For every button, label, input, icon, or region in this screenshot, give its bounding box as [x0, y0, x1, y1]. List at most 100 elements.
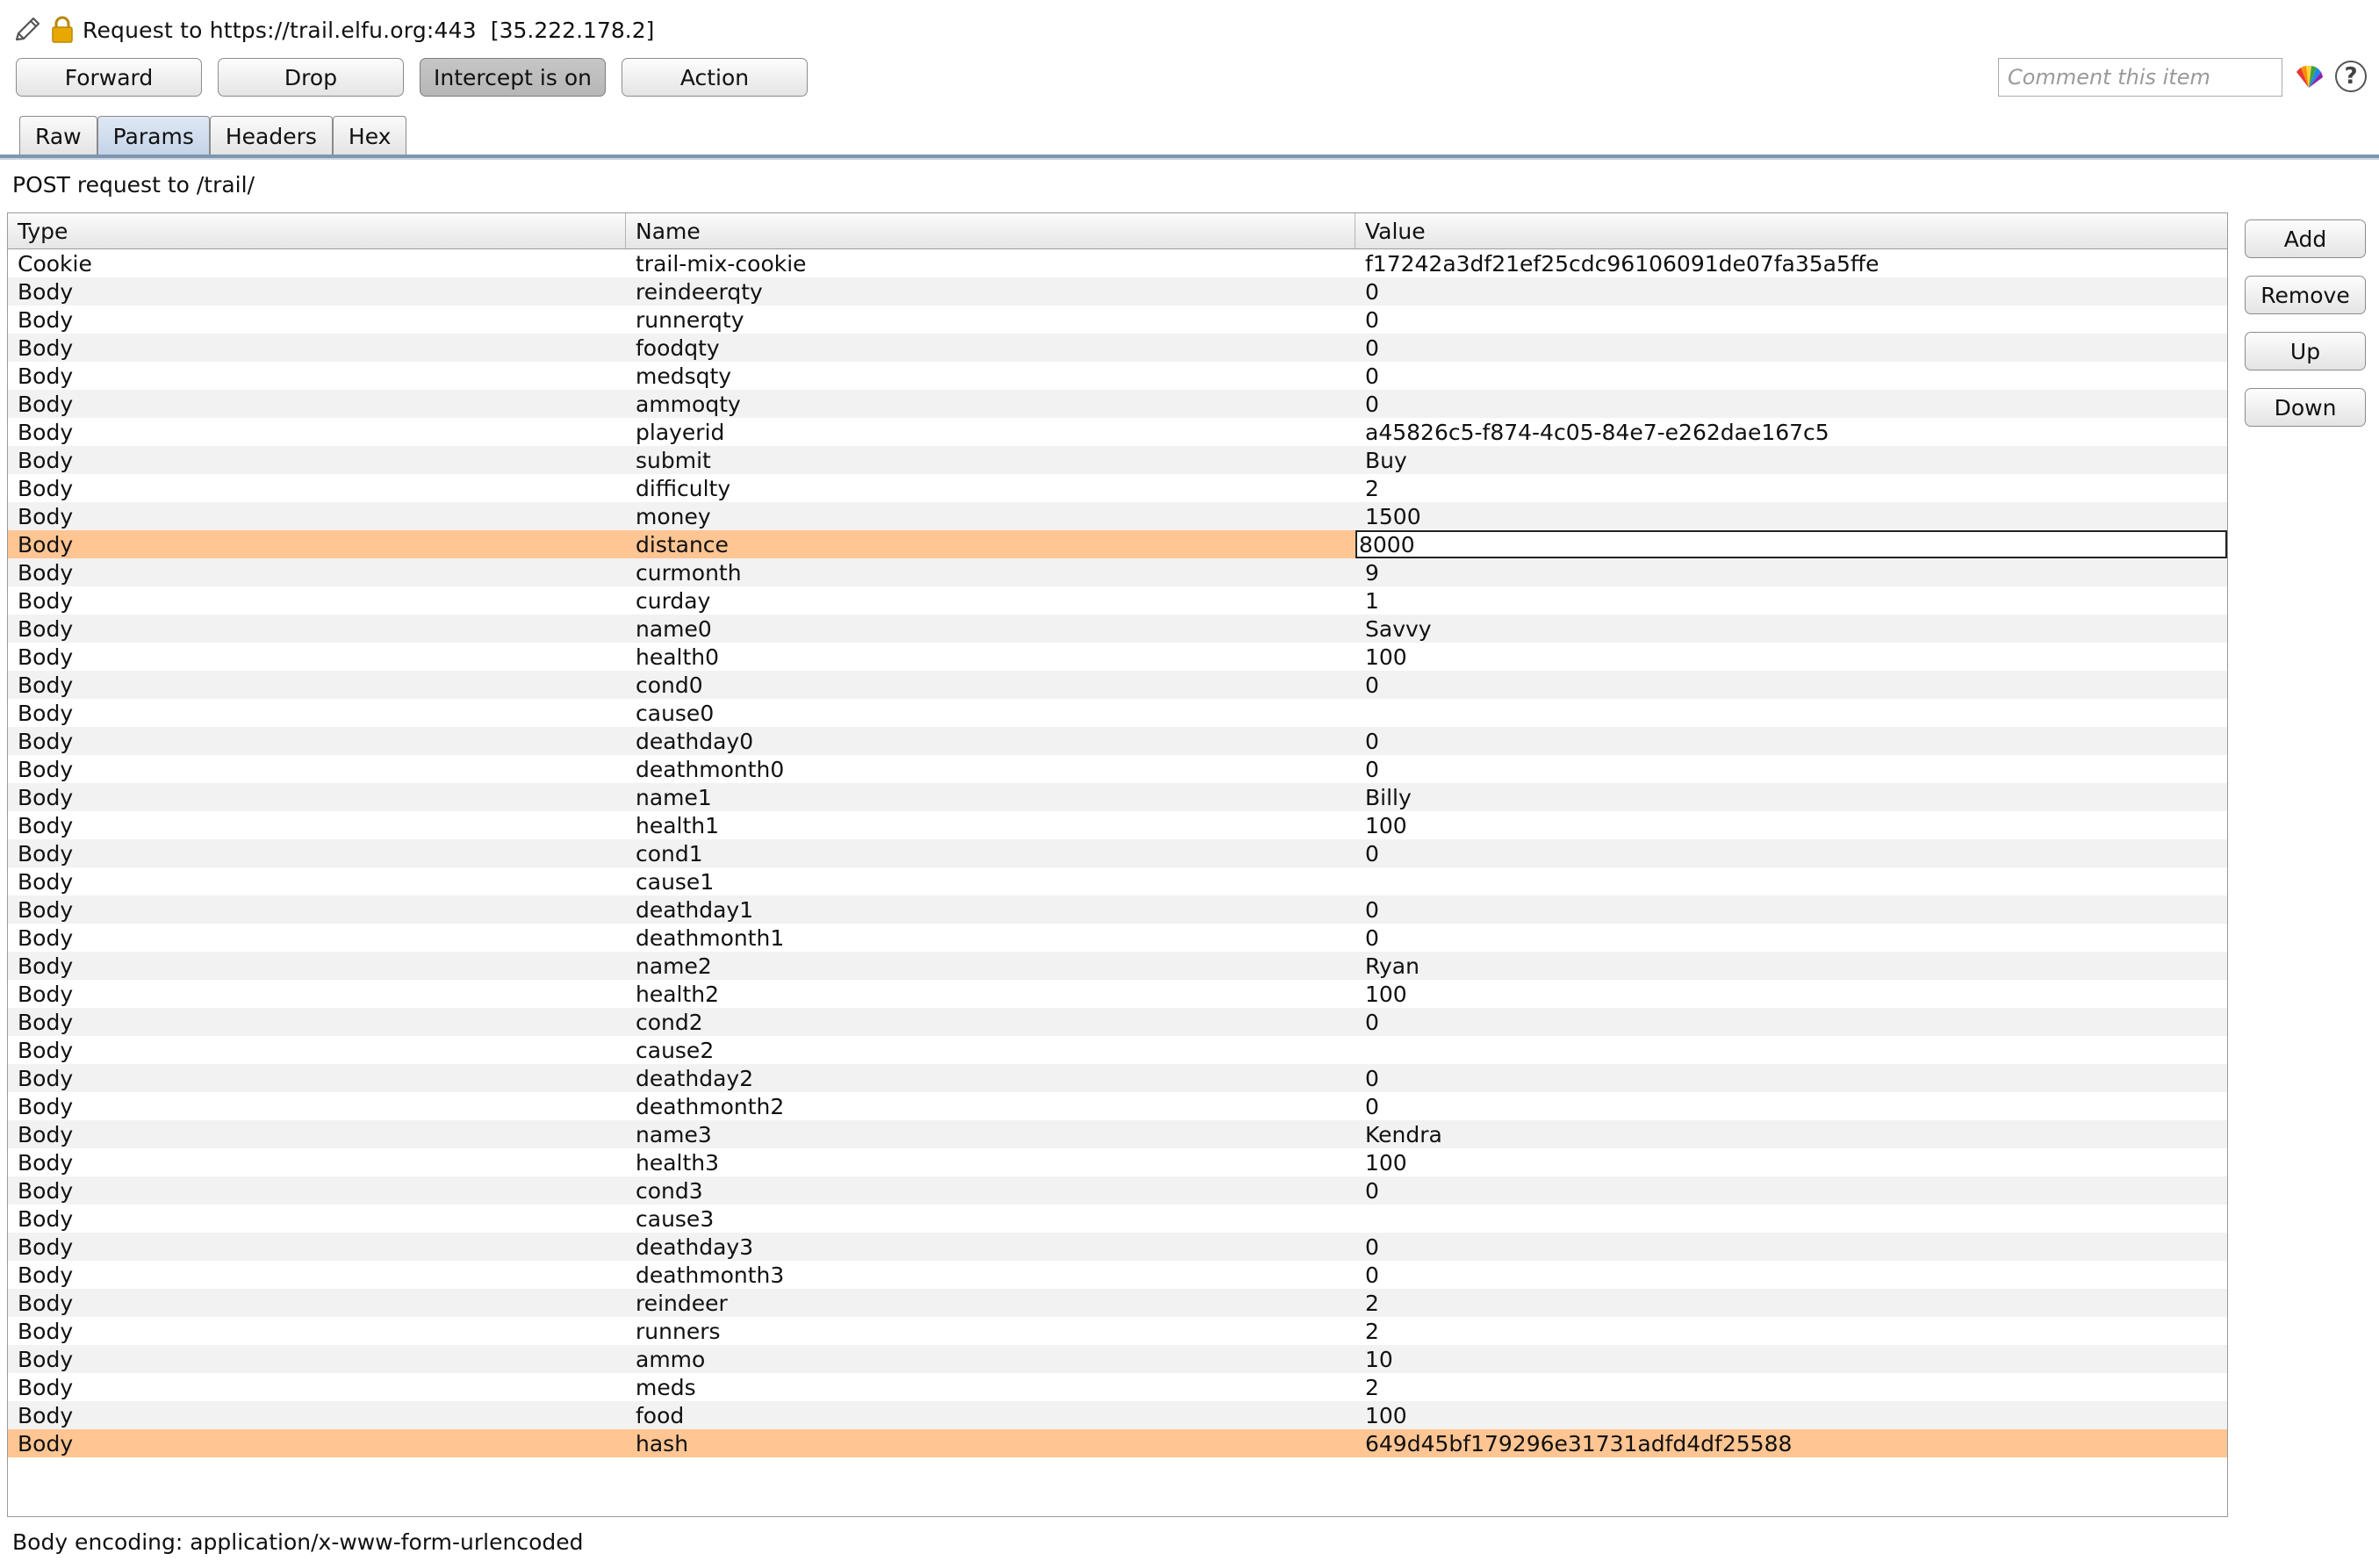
cell-name[interactable]: deathmonth0 — [626, 755, 1355, 783]
cell-value[interactable]: 0 — [1355, 1233, 2227, 1261]
cell-name[interactable]: cause2 — [626, 1036, 1355, 1064]
cell-name[interactable]: ammoqty — [626, 390, 1355, 418]
cell-name[interactable]: deathmonth2 — [626, 1092, 1355, 1120]
tab-hex[interactable]: Hex — [332, 116, 407, 156]
cell-name[interactable]: deathday0 — [626, 727, 1355, 755]
cell-type[interactable]: Body — [8, 1205, 626, 1233]
table-row[interactable]: Body submit Buy — [8, 446, 2227, 474]
cell-value[interactable]: 1500 — [1355, 502, 2227, 530]
cell-name[interactable]: cond0 — [626, 671, 1355, 699]
cell-value[interactable]: 0 — [1355, 671, 2227, 699]
cell-type[interactable]: Body — [8, 1261, 626, 1289]
cell-name[interactable]: distance — [626, 530, 1355, 558]
table-row[interactable]: Body health2 100 — [8, 980, 2227, 1008]
cell-type[interactable]: Body — [8, 811, 626, 839]
cell-value[interactable]: 0 — [1355, 1064, 2227, 1092]
cell-value[interactable]: 0 — [1355, 895, 2227, 924]
cell-name[interactable]: hash — [626, 1429, 1355, 1457]
cell-name[interactable]: curday — [626, 586, 1355, 615]
table-row[interactable]: Body cond1 0 — [8, 839, 2227, 867]
cell-value[interactable]: 1 — [1355, 586, 2227, 615]
help-icon[interactable]: ? — [2335, 61, 2367, 92]
cell-type[interactable]: Cookie — [8, 249, 626, 277]
cell-value[interactable]: 0 — [1355, 1176, 2227, 1205]
up-button[interactable]: Up — [2245, 332, 2366, 370]
cell-name[interactable]: foodqty — [626, 334, 1355, 362]
cell-name[interactable]: name2 — [626, 952, 1355, 980]
cell-name[interactable]: health1 — [626, 811, 1355, 839]
cell-name[interactable]: reindeer — [626, 1289, 1355, 1317]
table-row[interactable]: Body curmonth 9 — [8, 558, 2227, 586]
remove-button[interactable]: Remove — [2245, 276, 2366, 314]
cell-value[interactable]: 0 — [1355, 839, 2227, 867]
tab-params[interactable]: Params — [97, 116, 210, 156]
cell-name[interactable]: meds — [626, 1373, 1355, 1401]
cell-name[interactable]: reindeerqty — [626, 277, 1355, 306]
cell-type[interactable]: Body — [8, 783, 626, 811]
table-row[interactable]: Body deathday1 0 — [8, 895, 2227, 924]
cell-type[interactable]: Body — [8, 952, 626, 980]
table-row[interactable]: Body cond3 0 — [8, 1176, 2227, 1205]
cell-type[interactable]: Body — [8, 390, 626, 418]
cell-type[interactable]: Body — [8, 334, 626, 362]
cell-type[interactable]: Body — [8, 643, 626, 671]
cell-type[interactable]: Body — [8, 362, 626, 390]
cell-value[interactable]: 10 — [1355, 1345, 2227, 1373]
cell-value[interactable]: 0 — [1355, 1008, 2227, 1036]
table-row[interactable]: Body meds 2 — [8, 1373, 2227, 1401]
cell-name[interactable]: health3 — [626, 1148, 1355, 1176]
table-row[interactable]: Body ammoqty 0 — [8, 390, 2227, 418]
cell-value[interactable]: 0 — [1355, 1092, 2227, 1120]
cell-name[interactable]: name3 — [626, 1120, 1355, 1148]
table-row[interactable]: Body deathmonth3 0 — [8, 1261, 2227, 1289]
cell-type[interactable]: Body — [8, 615, 626, 643]
cell-value[interactable]: f17242a3df21ef25cdc96106091de07fa35a5ffe — [1355, 249, 2227, 277]
tab-headers[interactable]: Headers — [209, 116, 333, 156]
cell-value[interactable]: 100 — [1355, 1401, 2227, 1429]
pencil-icon[interactable] — [12, 15, 42, 45]
cell-type[interactable]: Body — [8, 1036, 626, 1064]
cell-type[interactable]: Body — [8, 980, 626, 1008]
cell-type[interactable]: Body — [8, 1148, 626, 1176]
cell-value[interactable]: Billy — [1355, 783, 2227, 811]
drop-button[interactable]: Drop — [218, 58, 404, 97]
cell-name[interactable]: cause1 — [626, 867, 1355, 895]
cell-name[interactable]: curmonth — [626, 558, 1355, 586]
cell-type[interactable]: Body — [8, 671, 626, 699]
cell-value[interactable]: 2 — [1355, 1373, 2227, 1401]
cell-type[interactable]: Body — [8, 558, 626, 586]
column-header-value[interactable]: Value — [1355, 213, 2227, 248]
cell-type[interactable]: Body — [8, 1345, 626, 1373]
cell-name[interactable]: runners — [626, 1317, 1355, 1345]
cell-name[interactable]: difficulty — [626, 474, 1355, 502]
cell-value[interactable]: a45826c5-f874-4c05-84e7-e262dae167c5 — [1355, 418, 2227, 446]
table-row[interactable]: Body cause2 — [8, 1036, 2227, 1064]
cell-type[interactable]: Body — [8, 586, 626, 615]
cell-type[interactable]: Body — [8, 1092, 626, 1120]
cell-name[interactable]: money — [626, 502, 1355, 530]
table-row[interactable]: Body cond0 0 — [8, 671, 2227, 699]
table-row[interactable]: Body reindeerqty 0 — [8, 277, 2227, 306]
add-button[interactable]: Add — [2245, 219, 2366, 258]
cell-type[interactable]: Body — [8, 924, 626, 952]
cell-value[interactable]: 0 — [1355, 334, 2227, 362]
cell-name[interactable]: playerid — [626, 418, 1355, 446]
cell-value[interactable]: 8000 — [1355, 530, 2227, 558]
column-header-type[interactable]: Type — [8, 213, 626, 248]
cell-value[interactable]: 0 — [1355, 277, 2227, 306]
table-row[interactable]: Body deathday0 0 — [8, 727, 2227, 755]
table-row[interactable]: Body name3 Kendra — [8, 1120, 2227, 1148]
cell-type[interactable]: Body — [8, 1176, 626, 1205]
cell-type[interactable]: Body — [8, 277, 626, 306]
cell-value[interactable]: 649d45bf179296e31731adfd4df25588 — [1355, 1429, 2227, 1457]
cell-type[interactable]: Body — [8, 727, 626, 755]
cell-value[interactable]: 0 — [1355, 390, 2227, 418]
cell-value[interactable] — [1355, 867, 2227, 895]
cell-name[interactable]: name1 — [626, 783, 1355, 811]
table-row[interactable]: Body hash 649d45bf179296e31731adfd4df25588 — [8, 1429, 2227, 1457]
cell-name[interactable]: cause0 — [626, 699, 1355, 727]
cell-value[interactable]: Kendra — [1355, 1120, 2227, 1148]
cell-value[interactable] — [1355, 699, 2227, 727]
table-row[interactable]: Body deathday3 0 — [8, 1233, 2227, 1261]
table-row[interactable]: Body deathmonth1 0 — [8, 924, 2227, 952]
